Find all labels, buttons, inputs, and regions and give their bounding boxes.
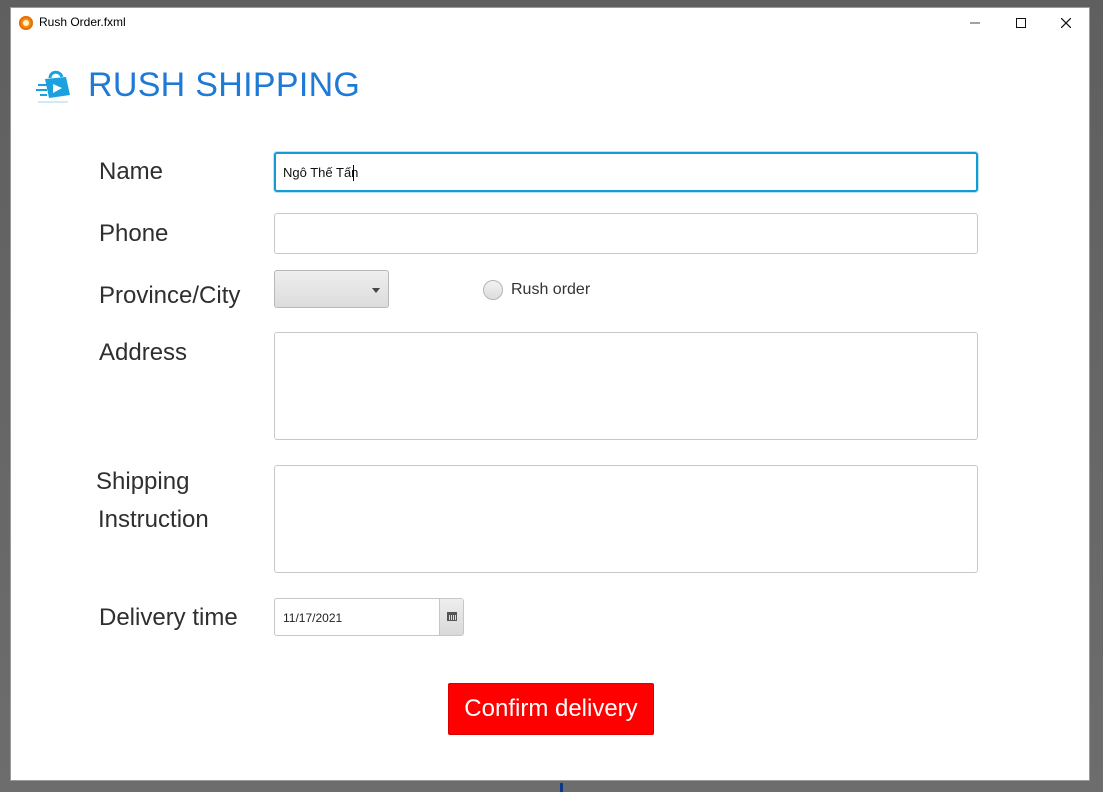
delivery-date-picker[interactable]: 11/17/2021 <box>274 598 464 636</box>
phone-input[interactable] <box>274 213 978 254</box>
shipping-instruction-label-line2: Instruction <box>98 506 209 533</box>
window-titlebar[interactable]: Rush Order.fxml <box>11 8 1089 38</box>
province-city-select[interactable] <box>274 270 389 308</box>
minimize-icon <box>970 22 980 24</box>
name-input[interactable]: Ngô Thế Tấn <box>274 152 978 192</box>
app-icon <box>19 16 33 30</box>
text-caret <box>353 165 354 181</box>
maximize-icon <box>1016 18 1026 28</box>
page-title: RUSH SHIPPING <box>88 66 361 104</box>
address-label: Address <box>99 339 188 366</box>
address-textarea[interactable] <box>274 332 978 440</box>
rush-order-window: Rush Order.fxml RUSH SHIPPING Name Ngô T… <box>10 7 1090 781</box>
calendar-icon <box>447 612 457 621</box>
rush-order-radio[interactable] <box>483 280 503 300</box>
name-label: Name <box>99 158 164 185</box>
confirm-delivery-button[interactable]: Confirm delivery <box>448 683 654 735</box>
calendar-button[interactable] <box>439 599 463 635</box>
phone-label: Phone <box>99 220 169 247</box>
close-button[interactable] <box>1044 8 1089 38</box>
delivery-time-label: Delivery time <box>99 604 238 631</box>
shopping-bag-logo-icon <box>36 70 70 103</box>
rush-order-label[interactable]: Rush order <box>511 281 590 299</box>
maximize-button[interactable] <box>999 8 1044 38</box>
province-city-label: Province/City <box>99 282 241 309</box>
window-title: Rush Order.fxml <box>39 15 126 29</box>
name-value: Ngô Thế Tấn <box>283 165 359 180</box>
delivery-date-value: 11/17/2021 <box>283 611 343 625</box>
shipping-instruction-label-line1: Shipping <box>96 468 190 495</box>
desktop-taskbar-fragment <box>560 783 563 792</box>
minimize-button[interactable] <box>953 8 998 38</box>
close-icon <box>1061 18 1071 28</box>
chevron-down-icon <box>372 288 380 293</box>
shipping-instruction-textarea[interactable] <box>274 465 978 573</box>
